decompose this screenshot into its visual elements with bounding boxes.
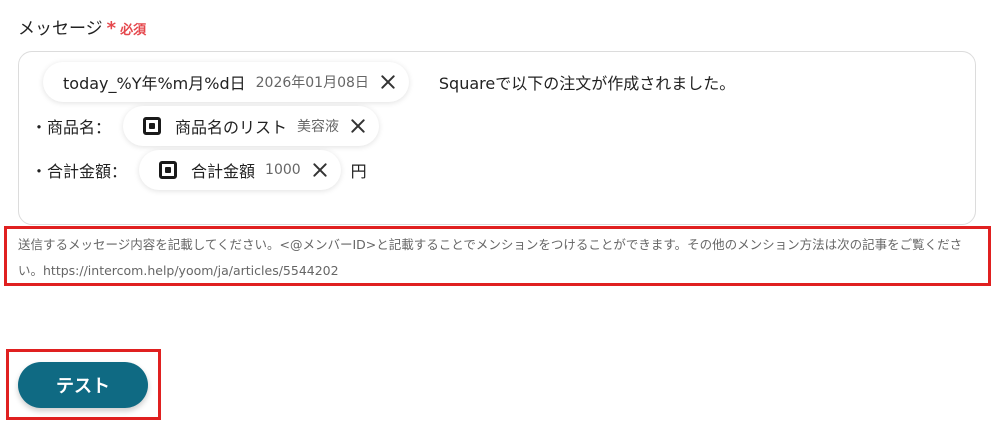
chip-name: 合計金額 xyxy=(191,162,256,181)
editor-line-1: today_%Y年%m月%d日 2026年01月08日 Squareで以下の注文… xyxy=(43,62,735,102)
chip-name: today_%Y年%m月%d日 xyxy=(63,74,246,93)
test-button[interactable]: テスト xyxy=(18,362,148,408)
line-prefix: ・商品名： xyxy=(31,118,112,137)
variable-chip-product-list[interactable]: 商品名のリスト 美容液 xyxy=(123,106,380,146)
variable-chip-total-amount[interactable]: 合計金額 1000 xyxy=(139,150,341,190)
editor-line-2: ・商品名： 商品名のリスト 美容液 xyxy=(31,106,380,146)
chip-value: 美容液 xyxy=(297,119,340,135)
close-icon[interactable] xyxy=(349,117,367,135)
chip-name: 商品名のリスト xyxy=(175,118,288,137)
editor-line-3: ・合計金額： 合計金額 1000 円 xyxy=(31,150,367,190)
required-badge: 必須 xyxy=(120,23,147,38)
close-icon[interactable] xyxy=(379,73,397,91)
message-text: Squareで以下の注文が作成されました。 xyxy=(438,74,736,93)
field-label-text: メッセージ xyxy=(18,19,103,39)
required-asterisk: * xyxy=(106,18,117,39)
field-label: メッセージ * 必須 xyxy=(18,14,146,39)
square-logo-icon xyxy=(143,117,162,135)
close-icon[interactable] xyxy=(311,161,329,179)
help-text: 送信するメッセージ内容を記載してください。<@メンバーID>と記載することでメン… xyxy=(18,237,963,278)
message-editor[interactable]: today_%Y年%m月%d日 2026年01月08日 Squareで以下の注文… xyxy=(18,51,976,225)
square-logo-icon xyxy=(159,161,178,179)
chip-value: 1000 xyxy=(265,162,301,178)
line-suffix: 円 xyxy=(350,162,367,181)
variable-chip-date[interactable]: today_%Y年%m月%d日 2026年01月08日 xyxy=(43,62,409,102)
line-prefix: ・合計金額： xyxy=(31,162,128,181)
chip-value: 2026年01月08日 xyxy=(255,75,369,91)
